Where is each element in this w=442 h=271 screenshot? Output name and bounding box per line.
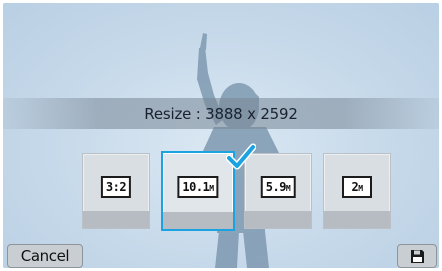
size-2m-icon: 2M — [342, 176, 372, 198]
option-size-unit: M — [285, 184, 291, 193]
option-size-value: 10.1 — [182, 180, 210, 194]
size-10-1m-icon: 10.1M — [177, 176, 219, 198]
option-footer — [245, 211, 311, 228]
cancel-button[interactable]: Cancel — [7, 244, 83, 268]
option-size-unit: M — [209, 184, 214, 193]
option-size-value: 5.9 — [265, 180, 287, 194]
option-footer — [83, 211, 149, 228]
aspect-3-2-icon: 3:2 — [100, 176, 132, 198]
option-size-unit: M — [358, 184, 363, 193]
floppy-disk-icon — [411, 250, 424, 263]
resize-option-10-1m[interactable]: 10.1M — [161, 151, 235, 231]
camera-screen: Resize : 3888 x 2592 3:2 10.1M 5.9M 2M C… — [3, 3, 439, 268]
option-footer — [324, 211, 390, 228]
checkmark-icon — [226, 143, 256, 170]
option-footer — [163, 212, 233, 229]
save-button[interactable] — [397, 244, 437, 268]
resize-option-2m[interactable]: 2M — [323, 153, 391, 229]
size-5-9m-icon: 5.9M — [260, 176, 296, 198]
dialog-title: Resize : 3888 x 2592 — [144, 105, 298, 123]
resize-option-3-2[interactable]: 3:2 — [82, 153, 150, 229]
